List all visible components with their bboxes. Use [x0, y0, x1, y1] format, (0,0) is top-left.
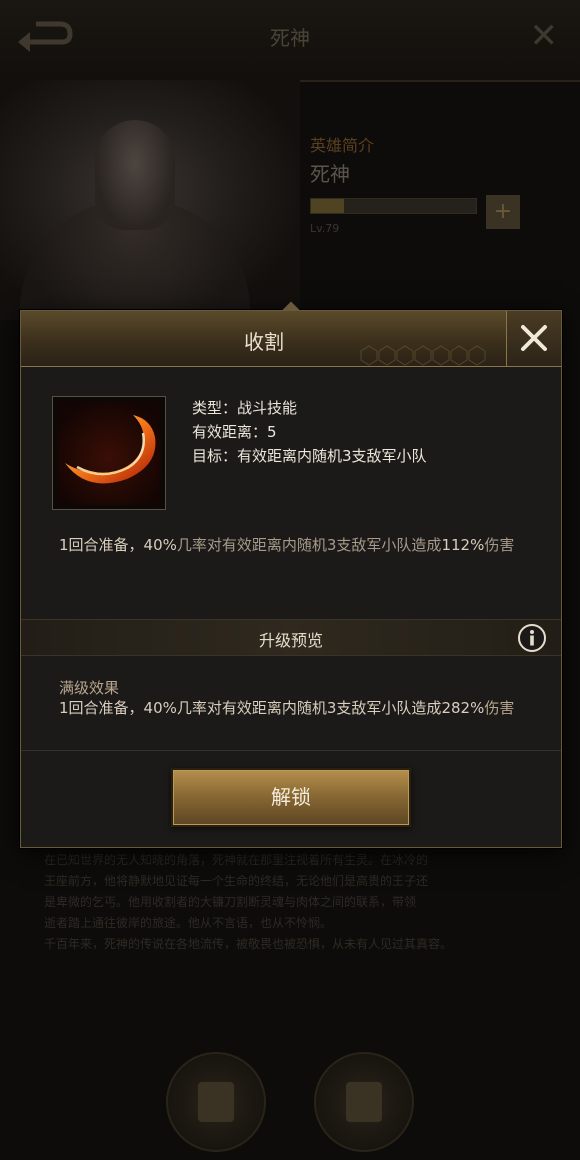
close-icon [521, 325, 547, 351]
hero-name: 死神 [310, 162, 350, 186]
max-level-label: 满级效果 [59, 679, 120, 697]
skill-modal: 收割 类型：战斗技能 有效距离：5 目标：有效距离内随机3支敌军小队 1回合准备… [20, 301, 562, 848]
skill-range: 有效距离：5 [192, 423, 277, 441]
skill-description: 1回合准备，40%几率对有效距离内随机3支敌军小队造成112%伤害 [59, 536, 515, 554]
hero-subtitle: 英雄简介 [310, 136, 375, 155]
upgrade-preview-title: 升级预览 [258, 631, 323, 650]
screen-title: 死神 [270, 26, 310, 50]
hero-story: 在已知世界的无人知晓的角落，死神就在那里注视着所有生灵。在冰冷的 王座前方，他将… [44, 853, 453, 951]
divider [21, 750, 561, 751]
skill-slash-icon [57, 401, 161, 505]
skill-type: 类型：战斗技能 [192, 399, 298, 417]
plus-icon[interactable]: + [486, 195, 520, 229]
screen-close-icon[interactable]: ✕ [530, 14, 559, 58]
skill-info: 类型：战斗技能 有效距离：5 目标：有效距离内随机3支敌军小队 [192, 396, 427, 468]
top-bar: 死神 ✕ [0, 0, 580, 82]
modal-header: 收割 [21, 311, 561, 367]
unlock-button[interactable]: 解锁 [171, 768, 411, 827]
max-level-description: 1回合准备，40%几率对有效距离内随机3支敌军小队造成282%伤害 [59, 699, 515, 717]
upgrade-preview-bar: 升级预览 [21, 619, 561, 656]
hero-portrait [0, 80, 300, 340]
info-icon[interactable] [517, 623, 547, 653]
skill-target: 目标：有效距离内随机3支敌军小队 [192, 447, 427, 465]
rank-emblem-icon[interactable] [166, 1052, 266, 1152]
hero-level: Lv.79 [310, 222, 340, 235]
hero-progress-bar [310, 198, 477, 214]
skill-icon-frame [52, 396, 166, 510]
modal-title: 收割 [244, 330, 284, 354]
close-button[interactable] [506, 311, 561, 366]
map-icon[interactable] [314, 1052, 414, 1152]
